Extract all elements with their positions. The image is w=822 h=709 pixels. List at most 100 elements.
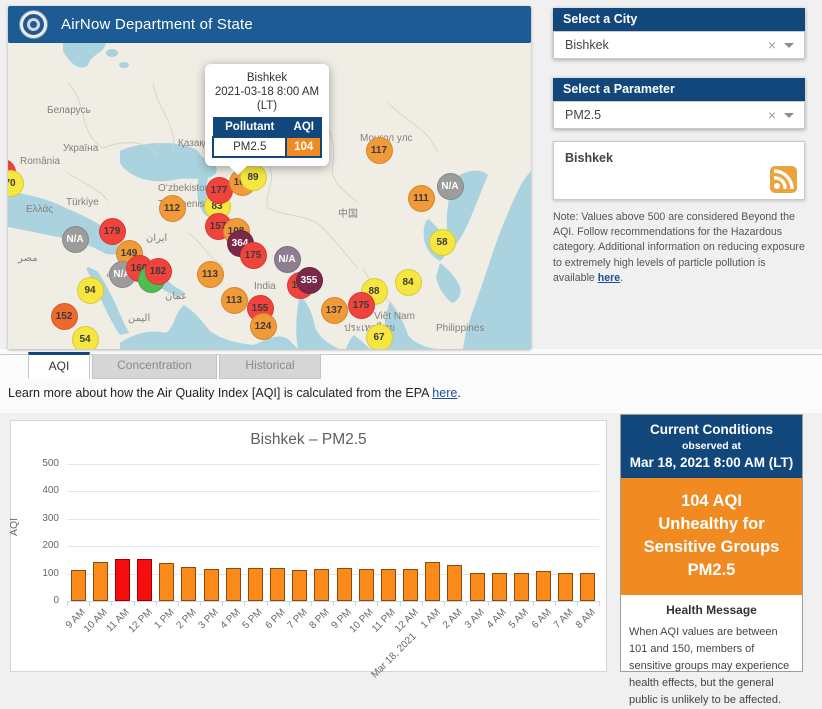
chart-bar[interactable]	[71, 570, 86, 601]
chart-x-tick	[333, 601, 334, 606]
map-marker[interactable]: 113	[221, 287, 248, 314]
map-marker[interactable]: 175	[348, 292, 375, 319]
note-here-link[interactable]: here	[598, 272, 620, 284]
note-text: Note: Values above 500 are considered Be…	[553, 210, 805, 286]
chart-bar[interactable]	[381, 569, 396, 601]
current-conditions-card: Current Conditions observed at Mar 18, 2…	[620, 414, 803, 672]
chart-bar[interactable]	[492, 573, 507, 601]
city-select-value: Bishkek	[554, 38, 760, 52]
tab-historical[interactable]: Historical	[219, 354, 321, 379]
chart-y-tick-label: 100	[25, 568, 59, 579]
chart-bar[interactable]	[337, 568, 352, 601]
chart-bar[interactable]	[226, 568, 241, 601]
chart-x-tick	[400, 601, 401, 606]
map-marker[interactable]: 111	[408, 185, 435, 212]
chart-bar[interactable]	[137, 559, 152, 601]
chart-bar[interactable]	[447, 565, 462, 601]
chart-bar[interactable]	[558, 573, 573, 601]
map-marker[interactable]: 54	[72, 326, 99, 350]
map-marker[interactable]: 112	[159, 195, 186, 222]
chart-title: Bishkek – PM2.5	[11, 431, 606, 449]
chart-bar[interactable]	[514, 573, 529, 601]
chart-x-category-label: 6 AM	[529, 607, 553, 631]
chart-bar[interactable]	[292, 570, 307, 601]
map-marker[interactable]: 94	[77, 277, 104, 304]
map-marker[interactable]: N/A	[62, 226, 89, 253]
chart-bar[interactable]	[580, 573, 595, 601]
map-marker[interactable]: 113	[197, 261, 224, 288]
clear-icon[interactable]: ×	[760, 107, 784, 123]
chart-gridline	[67, 491, 599, 492]
rss-icon[interactable]	[770, 166, 797, 193]
chart-x-tick	[244, 601, 245, 606]
popup-aqi-value: 104	[286, 137, 321, 157]
chart-bar[interactable]	[93, 562, 108, 601]
map-marker[interactable]: 182	[145, 258, 172, 285]
chart-x-tick	[444, 601, 445, 606]
chart-bar[interactable]	[425, 562, 440, 601]
chart-bar[interactable]	[248, 568, 263, 601]
tab-concentration[interactable]: Concentration	[92, 354, 217, 379]
chart-gridline	[67, 464, 599, 465]
learn-more-here-link[interactable]: here	[432, 386, 457, 400]
chart-x-category-label: 11 AM	[105, 607, 132, 634]
tab-aqi[interactable]: AQI	[28, 352, 90, 379]
chart-x-tick	[311, 601, 312, 606]
chart-bar[interactable]	[115, 559, 130, 601]
map-marker[interactable]: 152	[51, 303, 78, 330]
clear-icon[interactable]: ×	[760, 37, 784, 53]
map-marker[interactable]: 137	[321, 297, 348, 324]
chart-x-category-label: 7 AM	[552, 607, 576, 631]
aqi-map[interactable]: БеларусьУкраїнаRomâniaҚазақстанOʻzbekist…	[8, 43, 531, 349]
chart-bar[interactable]	[359, 569, 374, 601]
chart-bar[interactable]	[204, 569, 219, 601]
map-marker[interactable]: 124	[250, 313, 277, 340]
feed-city-label: Bishkek	[554, 142, 804, 165]
chart-bar[interactable]	[314, 569, 329, 601]
map-marker[interactable]: 67	[366, 324, 393, 350]
aqi-category: Unhealthy for Sensitive Groups	[627, 513, 796, 559]
chart-bar[interactable]	[270, 568, 285, 601]
map-marker[interactable]: 355	[296, 267, 323, 294]
chevron-down-icon[interactable]	[784, 113, 794, 118]
map-marker[interactable]: 58	[429, 229, 456, 256]
map-marker[interactable]: N/A	[274, 246, 301, 273]
chart-x-tick	[555, 601, 556, 606]
chart-x-tick	[89, 601, 90, 606]
chart-x-tick	[200, 601, 201, 606]
popup-timezone: (LT)	[212, 99, 322, 113]
map-marker[interactable]: 175	[240, 242, 267, 269]
chart-x-category-label: 3 AM	[463, 607, 487, 631]
chart-bar[interactable]	[181, 567, 196, 601]
map-marker[interactable]: 84	[395, 269, 422, 296]
map-marker[interactable]: 117	[366, 137, 393, 164]
map-marker[interactable]: N/A	[437, 173, 464, 200]
chart-x-category-label: 1 AM	[419, 607, 443, 631]
dos-seal-logo	[20, 11, 47, 38]
chart-x-category-label: 6 PM	[263, 607, 287, 631]
parameter-select[interactable]: PM2.5 ×	[553, 101, 805, 129]
chart-x-tick	[178, 601, 179, 606]
current-conditions-header: Current Conditions observed at Mar 18, 2…	[621, 415, 802, 478]
health-message-title: Health Message	[629, 603, 794, 617]
chart-bar[interactable]	[470, 573, 485, 601]
map-country-label: Türkiye	[66, 197, 99, 208]
aqi-value-line: 104 AQI	[627, 490, 796, 513]
city-select[interactable]: Bishkek ×	[553, 31, 805, 59]
popup-city: Bishkek	[212, 71, 322, 85]
map-country-label: India	[254, 281, 276, 292]
chart-x-tick	[377, 601, 378, 606]
observed-datetime: Mar 18, 2021 8:00 AM (LT)	[625, 455, 798, 470]
chart-bar[interactable]	[536, 571, 551, 601]
chart-gridline	[67, 519, 599, 520]
map-marker[interactable]: 179	[99, 218, 126, 245]
health-message-section: Health Message When AQI values are betwe…	[621, 595, 802, 709]
map-country-label: Oʻzbekiston	[158, 183, 210, 194]
chevron-down-icon[interactable]	[784, 43, 794, 48]
chart-bar[interactable]	[403, 569, 418, 601]
chart-x-tick	[111, 601, 112, 606]
popup-table: Pollutant AQI PM2.5 104	[212, 117, 322, 158]
chart-bar[interactable]	[159, 563, 174, 601]
map-country-label: Беларусь	[47, 105, 91, 116]
map-country-label: مصر	[18, 253, 38, 264]
